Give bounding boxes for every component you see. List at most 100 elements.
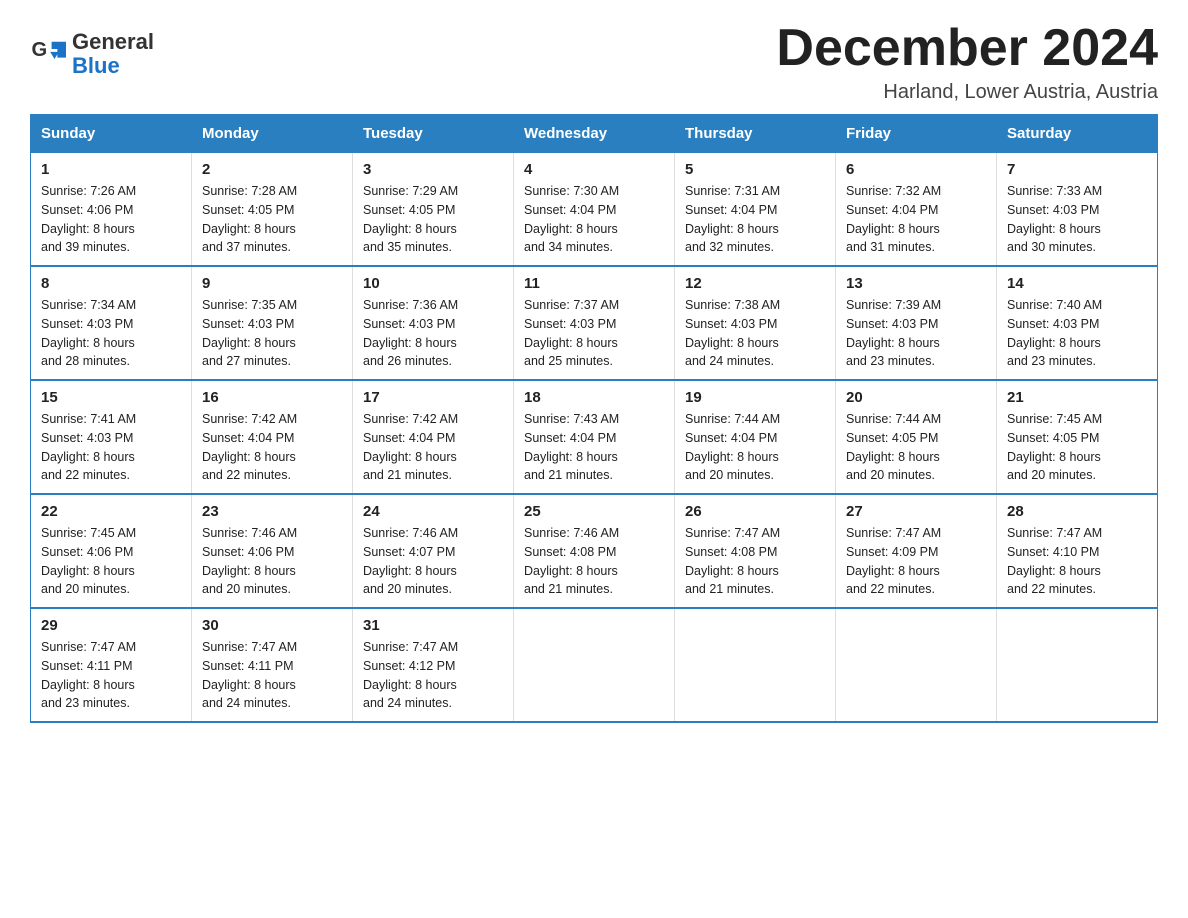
day-number: 19	[685, 389, 825, 406]
day-info: Sunrise: 7:47 AMSunset: 4:11 PMDaylight:…	[202, 638, 342, 713]
calendar-cell: 22 Sunrise: 7:45 AMSunset: 4:06 PMDayligh…	[31, 494, 192, 608]
day-number: 4	[524, 161, 664, 178]
day-info: Sunrise: 7:28 AMSunset: 4:05 PMDaylight:…	[202, 182, 342, 257]
day-info: Sunrise: 7:31 AMSunset: 4:04 PMDaylight:…	[685, 182, 825, 257]
calendar-cell	[514, 608, 675, 722]
calendar-table: SundayMondayTuesdayWednesdayThursdayFrid…	[30, 114, 1158, 723]
day-number: 20	[846, 389, 986, 406]
calendar-cell: 20 Sunrise: 7:44 AMSunset: 4:05 PMDayligh…	[836, 380, 997, 494]
day-info: Sunrise: 7:32 AMSunset: 4:04 PMDaylight:…	[846, 182, 986, 257]
header-monday: Monday	[192, 115, 353, 153]
day-number: 18	[524, 389, 664, 406]
calendar-cell: 12 Sunrise: 7:38 AMSunset: 4:03 PMDayligh…	[675, 266, 836, 380]
day-number: 9	[202, 275, 342, 292]
day-number: 3	[363, 161, 503, 178]
calendar-cell: 21 Sunrise: 7:45 AMSunset: 4:05 PMDayligh…	[997, 380, 1158, 494]
day-info: Sunrise: 7:30 AMSunset: 4:04 PMDaylight:…	[524, 182, 664, 257]
day-info: Sunrise: 7:46 AMSunset: 4:06 PMDaylight:…	[202, 524, 342, 599]
day-number: 13	[846, 275, 986, 292]
day-info: Sunrise: 7:46 AMSunset: 4:07 PMDaylight:…	[363, 524, 503, 599]
calendar-cell: 28 Sunrise: 7:47 AMSunset: 4:10 PMDayligh…	[997, 494, 1158, 608]
day-info: Sunrise: 7:45 AMSunset: 4:05 PMDaylight:…	[1007, 410, 1147, 485]
calendar-cell: 7 Sunrise: 7:33 AMSunset: 4:03 PMDaylight…	[997, 153, 1158, 267]
logo: G General Blue	[30, 30, 154, 78]
logo-icon: G	[30, 36, 66, 72]
calendar-cell: 5Sunrise: 7:31 AMSunset: 4:04 PMDaylight…	[675, 153, 836, 267]
day-number: 2	[202, 161, 342, 178]
header-thursday: Thursday	[675, 115, 836, 153]
header-friday: Friday	[836, 115, 997, 153]
calendar-cell: 11 Sunrise: 7:37 AMSunset: 4:03 PMDayligh…	[514, 266, 675, 380]
day-info: Sunrise: 7:42 AMSunset: 4:04 PMDaylight:…	[363, 410, 503, 485]
day-number: 12	[685, 275, 825, 292]
calendar-cell: 19Sunrise: 7:44 AMSunset: 4:04 PMDayligh…	[675, 380, 836, 494]
calendar-cell: 16Sunrise: 7:42 AMSunset: 4:04 PMDayligh…	[192, 380, 353, 494]
weekday-header-row: SundayMondayTuesdayWednesdayThursdayFrid…	[31, 115, 1158, 153]
day-info: Sunrise: 7:33 AMSunset: 4:03 PMDaylight:…	[1007, 182, 1147, 257]
logo-general: General	[72, 29, 154, 54]
day-number: 17	[363, 389, 503, 406]
day-number: 30	[202, 617, 342, 634]
day-number: 28	[1007, 503, 1147, 520]
day-info: Sunrise: 7:47 AMSunset: 4:10 PMDaylight:…	[1007, 524, 1147, 599]
page-header: G General Blue December 2024 Harland, Lo…	[30, 20, 1158, 104]
calendar-cell: 2 Sunrise: 7:28 AMSunset: 4:05 PMDaylight…	[192, 153, 353, 267]
calendar-cell	[836, 608, 997, 722]
day-number: 22	[41, 503, 181, 520]
week-row-3: 15 Sunrise: 7:41 AMSunset: 4:03 PMDayligh…	[31, 380, 1158, 494]
svg-text:G: G	[31, 39, 47, 61]
day-info: Sunrise: 7:47 AMSunset: 4:09 PMDaylight:…	[846, 524, 986, 599]
title-section: December 2024 Harland, Lower Austria, Au…	[776, 20, 1158, 104]
week-row-5: 29 Sunrise: 7:47 AMSunset: 4:11 PMDayligh…	[31, 608, 1158, 722]
day-number: 10	[363, 275, 503, 292]
calendar-cell: 31Sunrise: 7:47 AMSunset: 4:12 PMDayligh…	[353, 608, 514, 722]
calendar-cell	[675, 608, 836, 722]
day-number: 11	[524, 275, 664, 292]
day-info: Sunrise: 7:37 AMSunset: 4:03 PMDaylight:…	[524, 296, 664, 371]
calendar-cell: 13 Sunrise: 7:39 AMSunset: 4:03 PMDayligh…	[836, 266, 997, 380]
day-number: 23	[202, 503, 342, 520]
day-info: Sunrise: 7:47 AMSunset: 4:08 PMDaylight:…	[685, 524, 825, 599]
calendar-cell: 24 Sunrise: 7:46 AMSunset: 4:07 PMDayligh…	[353, 494, 514, 608]
location: Harland, Lower Austria, Austria	[776, 81, 1158, 104]
day-number: 29	[41, 617, 181, 634]
week-row-2: 8 Sunrise: 7:34 AMSunset: 4:03 PMDaylight…	[31, 266, 1158, 380]
calendar-cell: 30 Sunrise: 7:47 AMSunset: 4:11 PMDayligh…	[192, 608, 353, 722]
month-title: December 2024	[776, 20, 1158, 77]
day-info: Sunrise: 7:35 AMSunset: 4:03 PMDaylight:…	[202, 296, 342, 371]
day-number: 21	[1007, 389, 1147, 406]
header-saturday: Saturday	[997, 115, 1158, 153]
day-number: 26	[685, 503, 825, 520]
calendar-cell: 26 Sunrise: 7:47 AMSunset: 4:08 PMDayligh…	[675, 494, 836, 608]
day-info: Sunrise: 7:38 AMSunset: 4:03 PMDaylight:…	[685, 296, 825, 371]
calendar-cell: 14 Sunrise: 7:40 AMSunset: 4:03 PMDayligh…	[997, 266, 1158, 380]
header-tuesday: Tuesday	[353, 115, 514, 153]
calendar-cell: 3 Sunrise: 7:29 AMSunset: 4:05 PMDaylight…	[353, 153, 514, 267]
header-wednesday: Wednesday	[514, 115, 675, 153]
day-info: Sunrise: 7:26 AMSunset: 4:06 PMDaylight:…	[41, 182, 181, 257]
calendar-cell: 8 Sunrise: 7:34 AMSunset: 4:03 PMDaylight…	[31, 266, 192, 380]
day-number: 7	[1007, 161, 1147, 178]
day-number: 8	[41, 275, 181, 292]
day-number: 14	[1007, 275, 1147, 292]
day-info: Sunrise: 7:39 AMSunset: 4:03 PMDaylight:…	[846, 296, 986, 371]
calendar-cell: 27 Sunrise: 7:47 AMSunset: 4:09 PMDayligh…	[836, 494, 997, 608]
day-info: Sunrise: 7:46 AMSunset: 4:08 PMDaylight:…	[524, 524, 664, 599]
day-info: Sunrise: 7:36 AMSunset: 4:03 PMDaylight:…	[363, 296, 503, 371]
day-number: 24	[363, 503, 503, 520]
day-number: 27	[846, 503, 986, 520]
day-info: Sunrise: 7:41 AMSunset: 4:03 PMDaylight:…	[41, 410, 181, 485]
day-info: Sunrise: 7:45 AMSunset: 4:06 PMDaylight:…	[41, 524, 181, 599]
calendar-cell: 9 Sunrise: 7:35 AMSunset: 4:03 PMDaylight…	[192, 266, 353, 380]
day-info: Sunrise: 7:40 AMSunset: 4:03 PMDaylight:…	[1007, 296, 1147, 371]
logo-text: General Blue	[72, 30, 154, 78]
day-info: Sunrise: 7:44 AMSunset: 4:05 PMDaylight:…	[846, 410, 986, 485]
day-info: Sunrise: 7:34 AMSunset: 4:03 PMDaylight:…	[41, 296, 181, 371]
calendar-cell: 10 Sunrise: 7:36 AMSunset: 4:03 PMDayligh…	[353, 266, 514, 380]
day-info: Sunrise: 7:29 AMSunset: 4:05 PMDaylight:…	[363, 182, 503, 257]
day-number: 15	[41, 389, 181, 406]
week-row-1: 1Sunrise: 7:26 AMSunset: 4:06 PMDaylight…	[31, 153, 1158, 267]
day-info: Sunrise: 7:42 AMSunset: 4:04 PMDaylight:…	[202, 410, 342, 485]
calendar-cell	[997, 608, 1158, 722]
day-number: 31	[363, 617, 503, 634]
